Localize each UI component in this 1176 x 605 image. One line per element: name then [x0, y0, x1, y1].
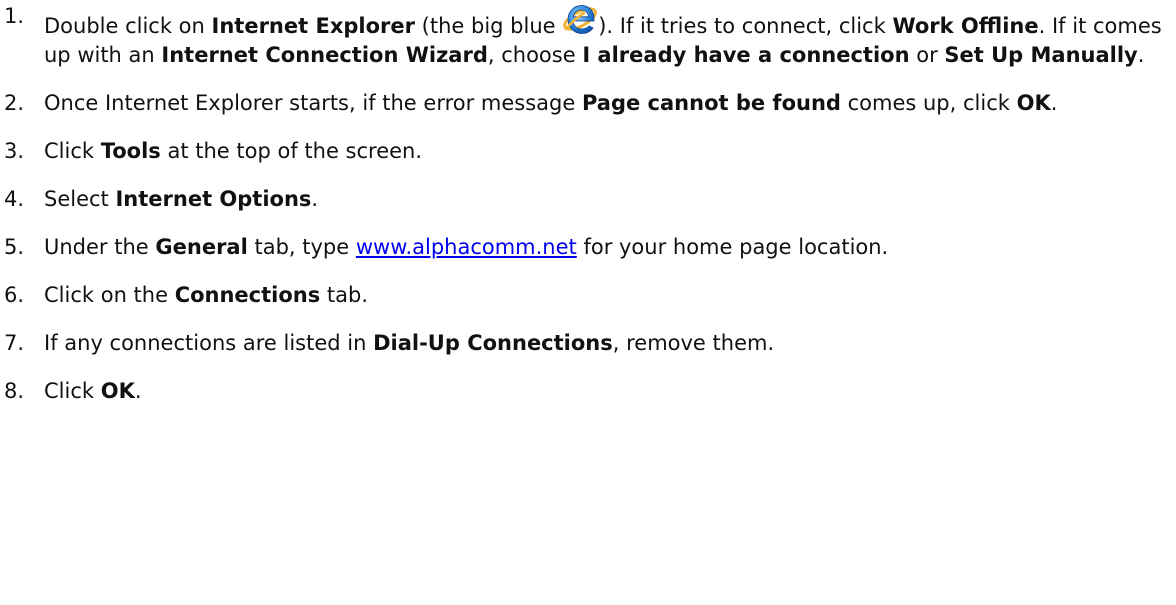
- step-text: Click: [44, 139, 101, 163]
- step-4: 4. Select Internet Options.: [4, 185, 1164, 214]
- step-number: 7.: [4, 331, 25, 355]
- step-3: 3. Click Tools at the top of the screen.: [4, 137, 1164, 166]
- step-number: 4.: [4, 187, 25, 211]
- step-text: tab.: [320, 283, 369, 307]
- step-keyword: I already have a connection: [582, 43, 910, 67]
- step-6: 6. Click on the Connections tab.: [4, 281, 1164, 310]
- step-text: , remove them.: [612, 331, 775, 355]
- step-text: .: [311, 187, 319, 211]
- step-keyword: OK: [100, 379, 135, 403]
- step-keyword: Internet Connection Wizard: [161, 43, 488, 67]
- step-number: 1.: [4, 4, 25, 28]
- step-1: 1. Double click on Internet Explorer (th…: [4, 2, 1164, 70]
- instruction-steps: 1. Double click on Internet Explorer (th…: [4, 2, 1164, 406]
- step-text: at the top of the screen.: [160, 139, 423, 163]
- step-text: Double click on: [44, 14, 212, 38]
- step-text: comes up, click: [840, 91, 1017, 115]
- step-text: Select: [44, 187, 116, 211]
- step-number: 5.: [4, 235, 25, 259]
- step-5: 5. Under the General tab, type www.alpha…: [4, 233, 1164, 262]
- step-7: 7. If any connections are listed in Dial…: [4, 329, 1164, 358]
- step-text: for your home page location.: [576, 235, 889, 259]
- step-number: 8.: [4, 379, 25, 403]
- step-number: 3.: [4, 139, 25, 163]
- step-number: 6.: [4, 283, 25, 307]
- step-text: (the big blue: [414, 14, 563, 38]
- step-2: 2. Once Internet Explorer starts, if the…: [4, 89, 1164, 118]
- step-text: or: [909, 43, 945, 67]
- internet-explorer-icon: [562, 2, 598, 36]
- step-text: , choose: [487, 43, 583, 67]
- step-text: .: [134, 379, 142, 403]
- step-keyword: Internet Explorer: [211, 14, 415, 38]
- step-keyword: General: [155, 235, 248, 259]
- step-keyword: Set Up Manually: [944, 43, 1138, 67]
- step-number: 2.: [4, 91, 25, 115]
- step-text: Under the: [44, 235, 156, 259]
- step-text: Once Internet Explorer starts, if the er…: [44, 91, 582, 115]
- step-text: Click on the: [44, 283, 175, 307]
- step-keyword: Connections: [174, 283, 321, 307]
- step-keyword: Tools: [100, 139, 161, 163]
- step-keyword: Work Offline: [892, 14, 1039, 38]
- step-keyword: OK: [1016, 91, 1051, 115]
- step-8: 8. Click OK.: [4, 377, 1164, 406]
- step-text: If any connections are listed in: [44, 331, 374, 355]
- step-keyword: Page cannot be found: [581, 91, 841, 115]
- step-text: Click: [44, 379, 101, 403]
- step-text: ). If it tries to connect, click: [598, 14, 893, 38]
- instructions-page: 1. Double click on Internet Explorer (th…: [0, 0, 1176, 605]
- step-text: .: [1137, 43, 1145, 67]
- step-text: tab, type: [247, 235, 356, 259]
- step-keyword: Internet Options: [115, 187, 312, 211]
- step-keyword: Dial-Up Connections: [373, 331, 613, 355]
- step-text: .: [1050, 91, 1058, 115]
- home-page-link[interactable]: www.alphacomm.net: [356, 235, 577, 259]
